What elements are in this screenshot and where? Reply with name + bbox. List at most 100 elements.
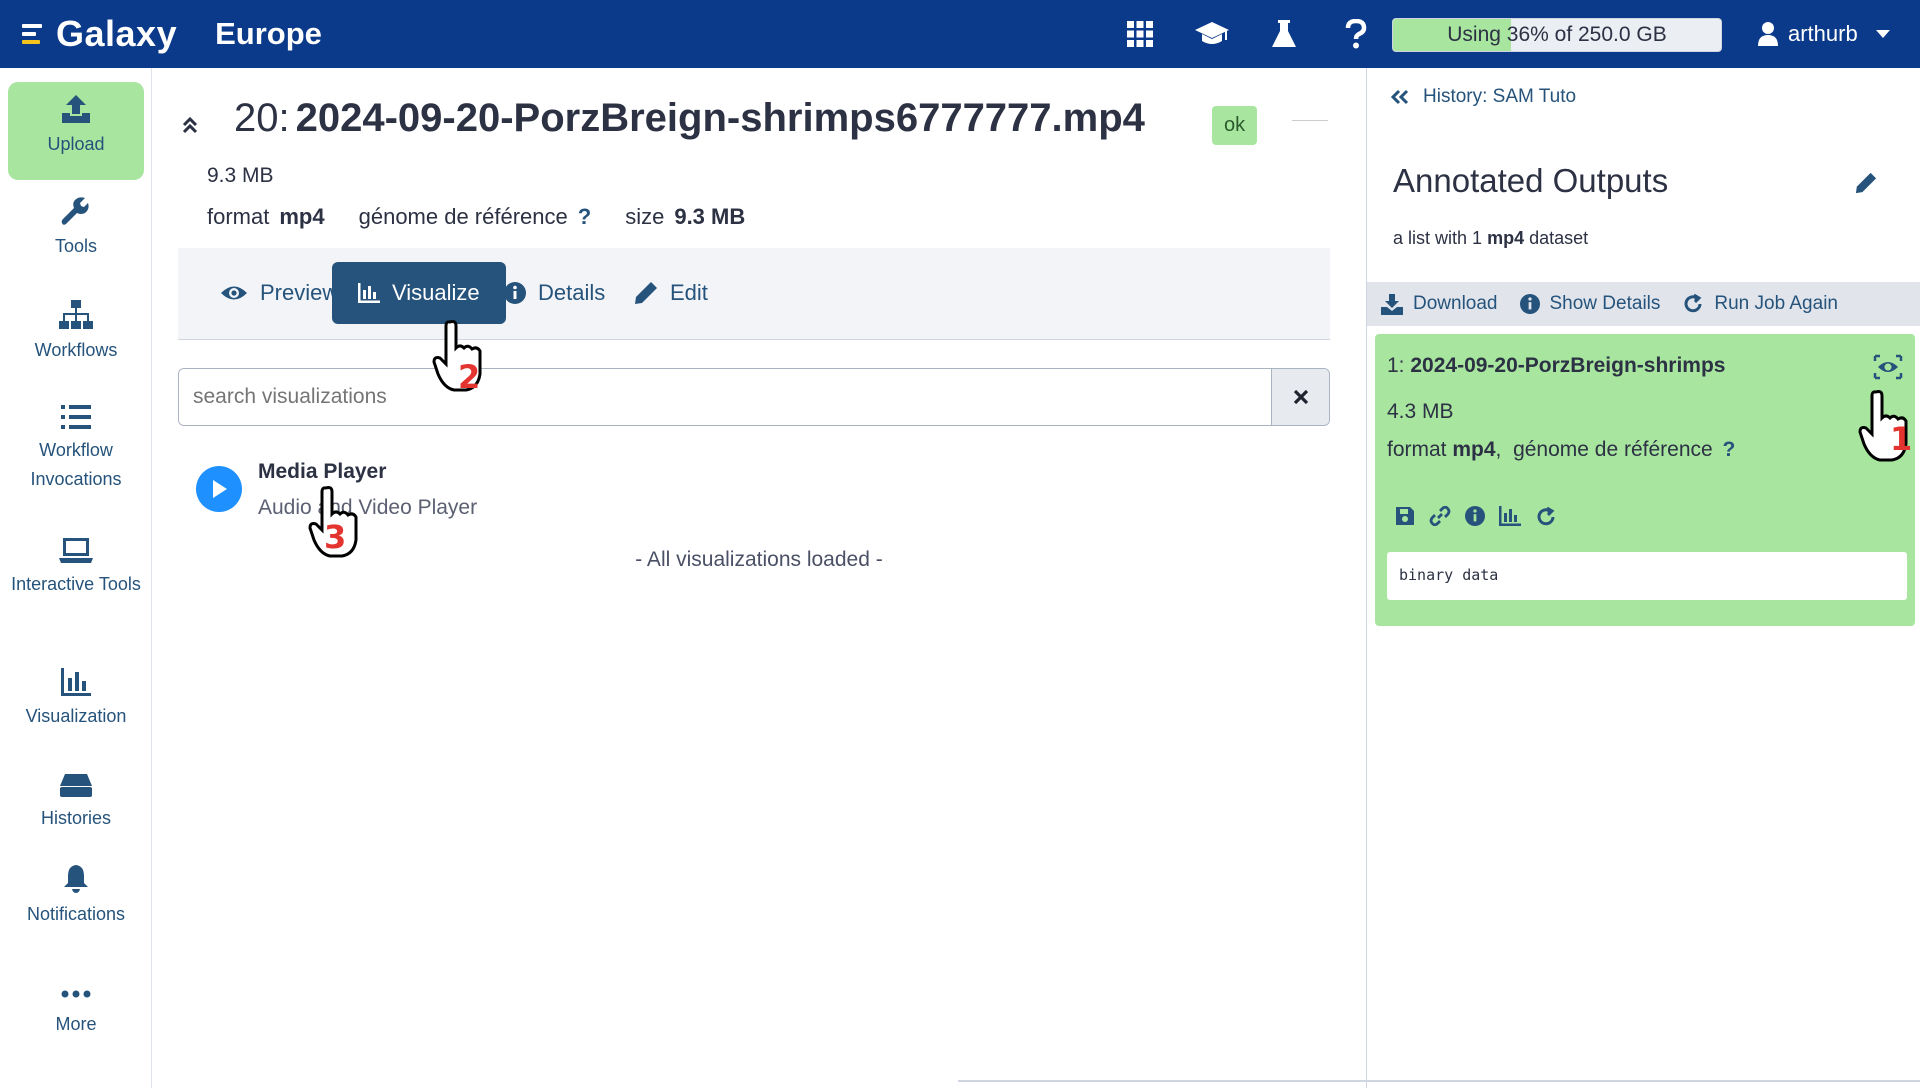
eye-icon[interactable] bbox=[1873, 354, 1903, 385]
save-icon[interactable] bbox=[1395, 506, 1415, 526]
activity-upload-label: Upload bbox=[47, 134, 105, 154]
list-icon bbox=[61, 405, 91, 429]
activity-visualization[interactable]: Visualization bbox=[8, 668, 144, 731]
tab-edit[interactable]: Edit bbox=[608, 262, 734, 324]
element-format-label: format bbox=[1387, 438, 1447, 461]
element-meta: format mp4, génome de référence ? bbox=[1387, 438, 1736, 461]
collapse-chevron-icon[interactable] bbox=[182, 116, 198, 139]
tab-edit-label: Edit bbox=[670, 280, 708, 305]
dataset-title[interactable]: 20: 2024-09-20-PorzBreign-shrimps6777777… bbox=[234, 96, 1145, 141]
cursor-marker-2: 2 bbox=[458, 358, 481, 396]
visualization-name: Media Player bbox=[258, 460, 387, 483]
laptop-icon bbox=[59, 538, 93, 563]
activity-histories[interactable]: Histories bbox=[8, 772, 144, 833]
bell-icon bbox=[64, 865, 88, 893]
size-label: size bbox=[625, 204, 665, 229]
ellipsis-icon bbox=[61, 990, 91, 998]
masthead-icons bbox=[1104, 0, 1392, 68]
activity-histories-label: Histories bbox=[40, 808, 111, 828]
genome-value-link[interactable]: ? bbox=[578, 204, 591, 229]
collection-actions: Download Show Details Run Job Again bbox=[1367, 282, 1920, 326]
dataset-tabs: Preview Visualize Details Edit bbox=[178, 248, 1330, 340]
dataset-genome: génome de référence? bbox=[359, 204, 592, 230]
download-icon bbox=[1381, 294, 1403, 315]
brand-name: Galaxy bbox=[56, 13, 178, 54]
galaxy-logo-icon bbox=[22, 21, 48, 47]
pointer-hand-icon: 2 bbox=[430, 318, 490, 399]
activity-more[interactable]: More bbox=[8, 984, 144, 1039]
apps-grid-icon[interactable] bbox=[1104, 0, 1176, 68]
history-panel: History: SAM Tuto Annotated Outputs a li… bbox=[1366, 68, 1920, 1088]
tab-preview-label: Preview bbox=[260, 280, 339, 305]
upload-icon bbox=[62, 95, 90, 123]
download-button[interactable]: Download bbox=[1381, 293, 1498, 315]
brand-subtitle: Europe bbox=[215, 16, 322, 51]
activity-tools[interactable]: Tools bbox=[8, 196, 144, 261]
activity-workflow-invocations-label: Workflow Invocations bbox=[30, 440, 122, 489]
element-size: 4.3 MB bbox=[1387, 400, 1454, 423]
dataset-meta: format mp4 génome de référence? size 9.3 M… bbox=[207, 204, 745, 230]
pencil-icon[interactable] bbox=[1855, 172, 1877, 199]
play-circle-icon bbox=[196, 466, 242, 512]
activity-interactive-tools-label: Interactive Tools bbox=[11, 574, 141, 594]
activity-workflow-invocations[interactable]: Workflow Invocations bbox=[8, 404, 144, 494]
dataset-name: 2024-09-20-PorzBreign-shrimps6777777.mp4 bbox=[295, 96, 1145, 140]
activity-notifications[interactable]: Notifications bbox=[8, 864, 144, 929]
element-name: 2024-09-20-PorzBreign-shrimps bbox=[1410, 354, 1726, 377]
caret-down-icon bbox=[1875, 30, 1890, 38]
link-icon[interactable] bbox=[1429, 506, 1451, 526]
username: arthurb bbox=[1788, 21, 1858, 46]
search-input[interactable] bbox=[179, 369, 1271, 425]
element-format-value: mp4 bbox=[1452, 438, 1496, 461]
sitemap-icon bbox=[59, 300, 93, 329]
divider bbox=[1292, 120, 1328, 121]
element-genome-label: génome de référence bbox=[1513, 438, 1713, 461]
brand-link[interactable]: Galaxy Europe bbox=[22, 13, 322, 55]
chart-icon bbox=[61, 668, 91, 696]
genome-label: génome de référence bbox=[358, 204, 568, 229]
pencil-icon bbox=[635, 282, 657, 304]
chart-icon bbox=[358, 283, 380, 303]
info-circle-icon bbox=[1519, 294, 1540, 314]
activity-upload[interactable]: Upload bbox=[8, 82, 144, 180]
activity-notifications-label: Notifications bbox=[26, 904, 126, 924]
wrench-icon bbox=[61, 197, 89, 225]
run-job-again-label: Run Job Again bbox=[1714, 293, 1838, 314]
chart-icon[interactable] bbox=[1499, 506, 1521, 526]
element-hid: 1: bbox=[1387, 354, 1405, 377]
format-value: mp4 bbox=[279, 204, 325, 229]
element-peek: binary data bbox=[1387, 552, 1907, 600]
activity-interactive-tools[interactable]: Interactive Tools bbox=[8, 536, 144, 599]
training-cap-icon[interactable] bbox=[1176, 0, 1248, 68]
redo-icon bbox=[1684, 293, 1702, 313]
run-job-again-button[interactable]: Run Job Again bbox=[1682, 293, 1838, 315]
divider bbox=[958, 1080, 1920, 1082]
download-label: Download bbox=[1413, 293, 1498, 314]
redo-icon[interactable] bbox=[1535, 506, 1557, 528]
masthead: Galaxy Europe Using 36% of 250.0 GB arth… bbox=[0, 0, 1920, 68]
back-to-history-link[interactable]: History: SAM Tuto bbox=[1391, 86, 1576, 108]
user-menu[interactable]: arthurb bbox=[1758, 0, 1890, 68]
quota-meter[interactable]: Using 36% of 250.0 GB bbox=[1392, 18, 1722, 52]
visualization-description: Audio and Video Player bbox=[258, 496, 478, 519]
element-genome-link[interactable]: ? bbox=[1723, 438, 1736, 461]
back-to-history-label: History: SAM Tuto bbox=[1423, 86, 1577, 107]
collection-element-card[interactable]: 1: 2024-09-20-PorzBreign-shrimps 4.3 MB … bbox=[1375, 334, 1915, 626]
dataset-hid: 20: bbox=[234, 96, 290, 140]
cursor-marker-3: 3 bbox=[324, 518, 347, 556]
element-title[interactable]: 1: 2024-09-20-PorzBreign-shrimps bbox=[1387, 354, 1725, 378]
center-panel: 20: 2024-09-20-PorzBreign-shrimps6777777… bbox=[152, 68, 1366, 1088]
collection-desc-suffix: dataset bbox=[1529, 228, 1589, 248]
pointer-hand-icon: 3 bbox=[306, 484, 366, 565]
info-circle-icon[interactable] bbox=[1465, 506, 1485, 526]
collection-description: a list with 1 mp4 dataset bbox=[1393, 228, 1588, 249]
show-details-button[interactable]: Show Details bbox=[1519, 293, 1661, 315]
lab-flask-icon[interactable] bbox=[1248, 0, 1320, 68]
tab-visualize-label: Visualize bbox=[392, 280, 480, 305]
help-icon[interactable] bbox=[1320, 0, 1392, 68]
show-details-label: Show Details bbox=[1549, 293, 1661, 314]
user-icon bbox=[1758, 22, 1778, 46]
activity-workflows[interactable]: Workflows bbox=[8, 300, 144, 365]
activity-visualization-label: Visualization bbox=[25, 706, 127, 726]
clear-search-button[interactable] bbox=[1271, 369, 1329, 425]
